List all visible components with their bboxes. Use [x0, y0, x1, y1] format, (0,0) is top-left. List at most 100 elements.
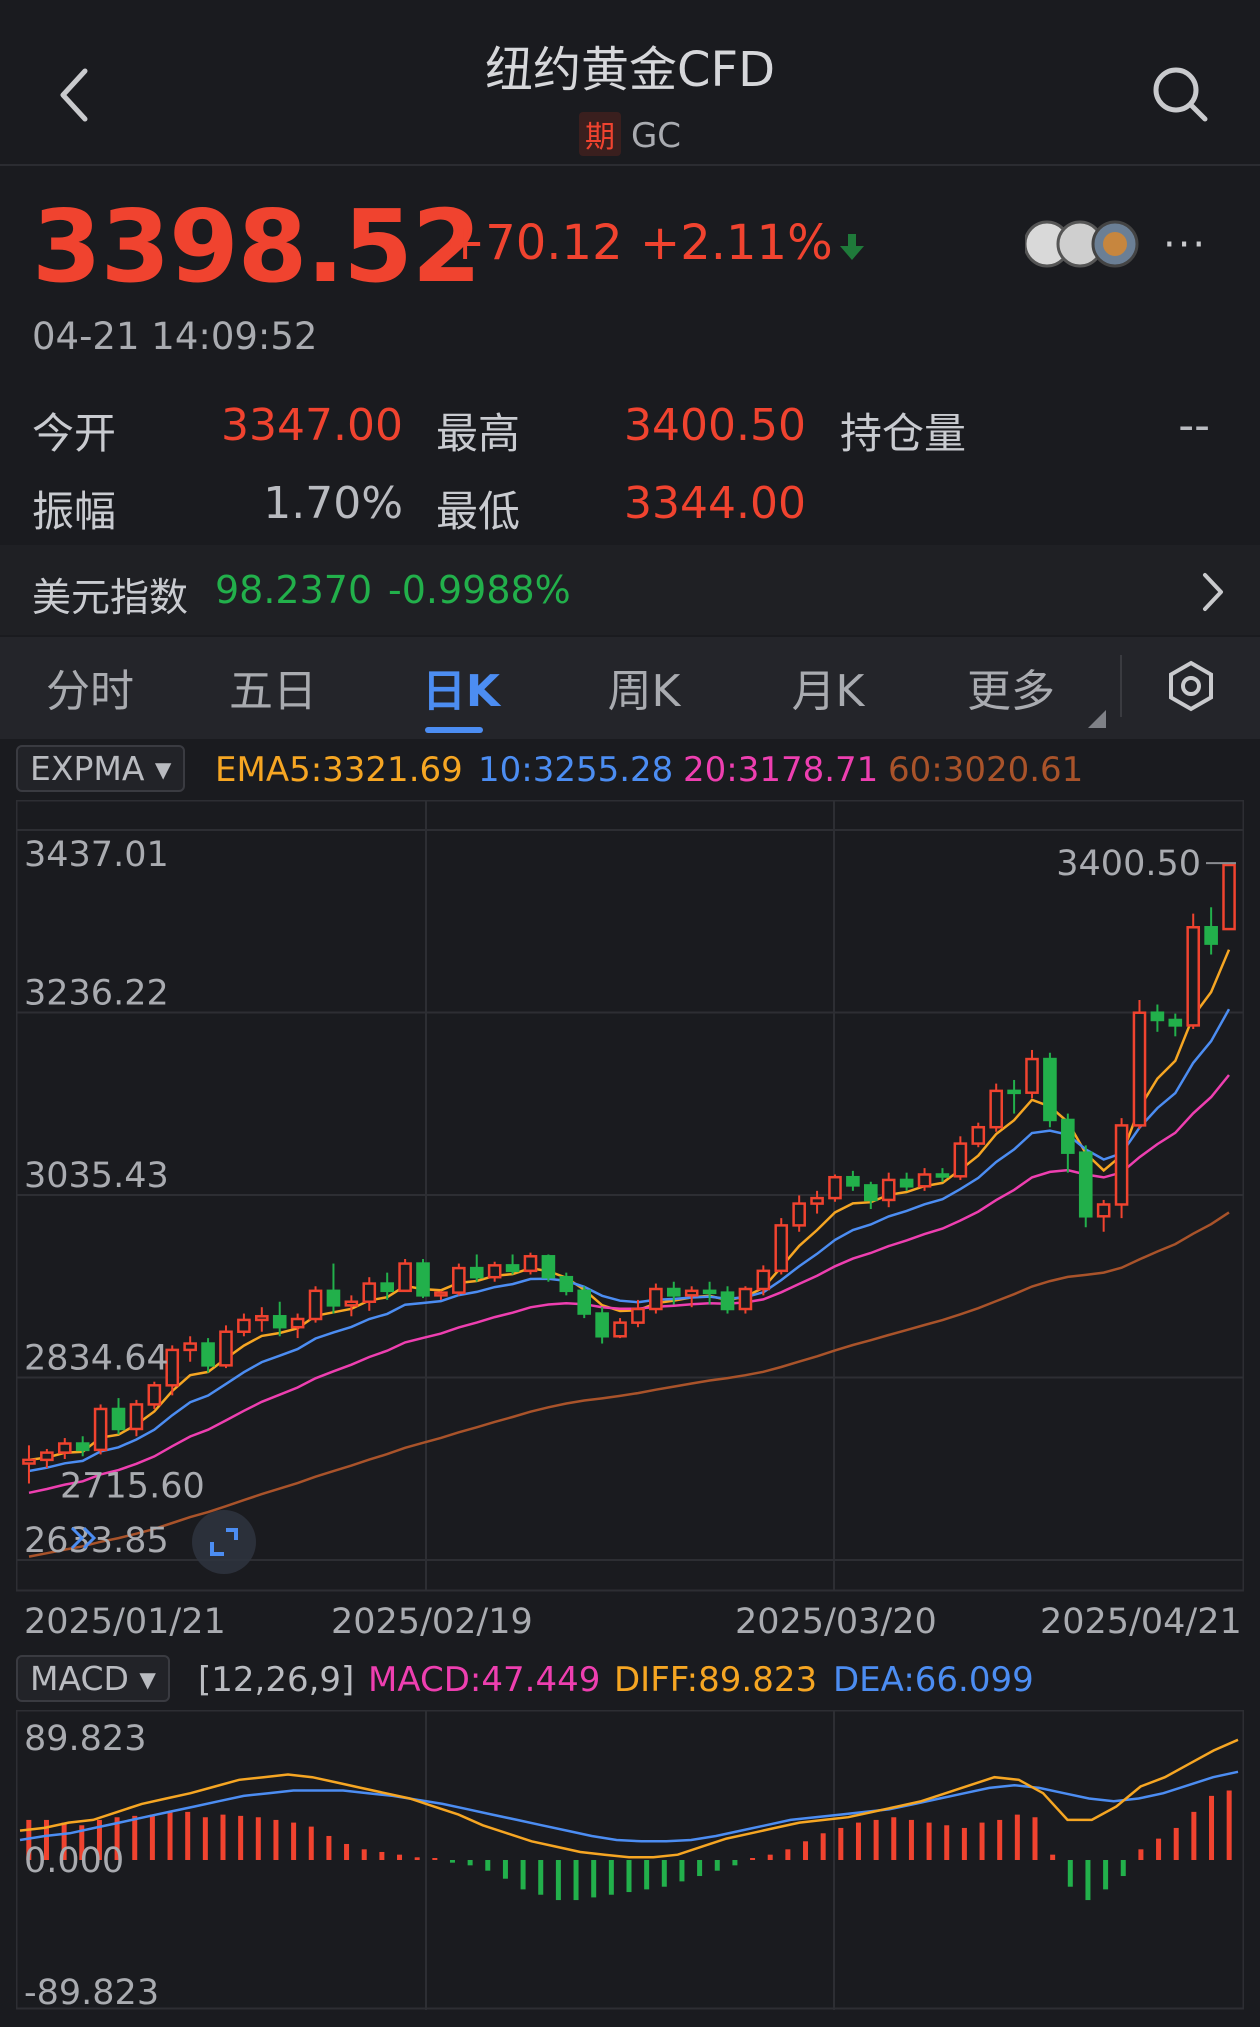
candle: [810, 1196, 824, 1205]
candle: [434, 1291, 448, 1297]
symbol-code: GC: [630, 116, 682, 156]
more-menu-icon[interactable]: ···: [1163, 222, 1207, 268]
candle: [362, 1282, 377, 1303]
candle: [452, 1266, 466, 1294]
candle: [702, 1289, 717, 1295]
candle: [953, 1142, 968, 1178]
y-tick-label: 2633.85: [24, 1521, 169, 1561]
candle: [756, 1269, 771, 1291]
candle: [541, 1255, 556, 1279]
candle: [1007, 1089, 1021, 1095]
macd-y-tick-label: -89.823: [24, 1973, 159, 2010]
open-interest-value: --: [1178, 400, 1210, 451]
candle: [828, 1175, 842, 1200]
candle: [147, 1384, 162, 1406]
candle: [308, 1289, 323, 1321]
macd-histogram: [26, 1790, 1232, 1901]
ema60-readout: 60:3020.61: [888, 750, 1084, 790]
candle: [469, 1266, 484, 1279]
macd-y-tick-label: 89.823: [24, 1719, 146, 1759]
high-value: 3400.50: [624, 400, 806, 451]
y-tick-label: 3035.43: [24, 1156, 169, 1196]
candle: [917, 1173, 932, 1188]
expma-selector[interactable]: EXPMA ▾: [16, 745, 186, 792]
tab-five-day[interactable]: 五日: [193, 655, 353, 719]
y-tick-label: 3437.01: [24, 835, 169, 875]
candle: [613, 1321, 627, 1338]
macd-y-tick-label: 0.000: [24, 1841, 124, 1881]
candle: [22, 1458, 36, 1465]
candle: [416, 1262, 430, 1297]
tab-intraday[interactable]: 分时: [10, 655, 170, 719]
candle: [272, 1315, 287, 1329]
diff-readout: DIFF:89.823: [614, 1660, 818, 1700]
caret-down-icon: ▾: [154, 749, 172, 788]
candle: [201, 1342, 215, 1367]
futures-badge: 期: [578, 112, 621, 156]
tab-monthly-k[interactable]: 月K: [748, 655, 908, 719]
amplitude-value: 1.70%: [263, 478, 403, 529]
amplitude-label: 振幅: [32, 487, 117, 536]
x-tick-4: 2025/04/21: [1040, 1602, 1242, 1642]
candle: [523, 1255, 538, 1273]
open-value: 3347.00: [221, 400, 403, 451]
tab-daily-k[interactable]: 日K: [381, 655, 541, 719]
candle: [595, 1312, 609, 1338]
high-label: 最高: [436, 409, 521, 458]
candle: [864, 1184, 878, 1202]
dropdown-corner-icon: [1088, 710, 1106, 728]
ema5-readout: EMA5:3321.69: [215, 750, 463, 790]
tab-more[interactable]: 更多: [931, 655, 1091, 719]
search-icon[interactable]: [1150, 64, 1210, 124]
candle: [559, 1275, 574, 1293]
ema60-line: [28, 1211, 1230, 1558]
chevron-right-icon[interactable]: [1200, 570, 1226, 614]
zoom-chart-icon[interactable]: [192, 1510, 256, 1574]
candle: [111, 1407, 126, 1431]
candle: [344, 1300, 359, 1307]
candle: [380, 1282, 394, 1293]
candle: [1222, 863, 1236, 931]
settings-hexagon-icon[interactable]: [1165, 660, 1217, 712]
candle: [666, 1287, 681, 1297]
max-price-label: 3400.50: [1056, 844, 1201, 884]
active-tab-indicator: [425, 727, 483, 733]
x-tick-2: 2025/02/19: [331, 1602, 533, 1642]
candle: [1204, 926, 1218, 945]
dollar-index-row[interactable]: [0, 545, 1260, 635]
candle: [649, 1287, 663, 1311]
macd-selector[interactable]: MACD ▾: [16, 1655, 170, 1702]
header-divider: [0, 164, 1260, 166]
candle: [1025, 1057, 1039, 1094]
candle: [684, 1289, 699, 1297]
y-tick-label: 3236.22: [24, 974, 169, 1014]
candle: [219, 1330, 233, 1367]
macd-y-axis-ticks: 89.823 0.000 -89.823: [24, 1719, 159, 2010]
candle: [93, 1407, 108, 1452]
open-label: 今开: [32, 409, 117, 458]
candle: [1132, 1011, 1147, 1127]
candle: [290, 1317, 305, 1329]
candle: [75, 1442, 90, 1452]
expma-selector-label: EXPMA: [30, 749, 145, 788]
ema5-line: [28, 949, 1231, 1462]
open-interest-label: 持仓量: [840, 409, 967, 458]
tab-weekly-k[interactable]: 周K: [564, 655, 724, 719]
user-avatars-icon[interactable]: [1025, 218, 1145, 270]
low-value: 3344.00: [624, 478, 806, 529]
quote-timestamp: 04-21 14:09:52: [32, 315, 318, 358]
candle: [1043, 1057, 1057, 1122]
candle: [989, 1089, 1003, 1129]
candle: [1096, 1203, 1111, 1218]
candle: [237, 1318, 251, 1333]
candle: [505, 1264, 520, 1273]
dollar-index-change: -0.9988%: [388, 568, 571, 612]
low-label: 最低: [436, 487, 521, 536]
candle: [326, 1289, 341, 1307]
candle: [1168, 1018, 1183, 1027]
macd-chart[interactable]: 89.823 0.000 -89.823: [16, 1710, 1244, 2010]
min-price-label: 2715.60: [60, 1467, 205, 1507]
candle: [881, 1178, 896, 1202]
candlestick-chart[interactable]: 3437.01 3236.22 3035.43 2834.64 2633.85 3400…: [16, 800, 1244, 1596]
candle: [738, 1287, 753, 1311]
